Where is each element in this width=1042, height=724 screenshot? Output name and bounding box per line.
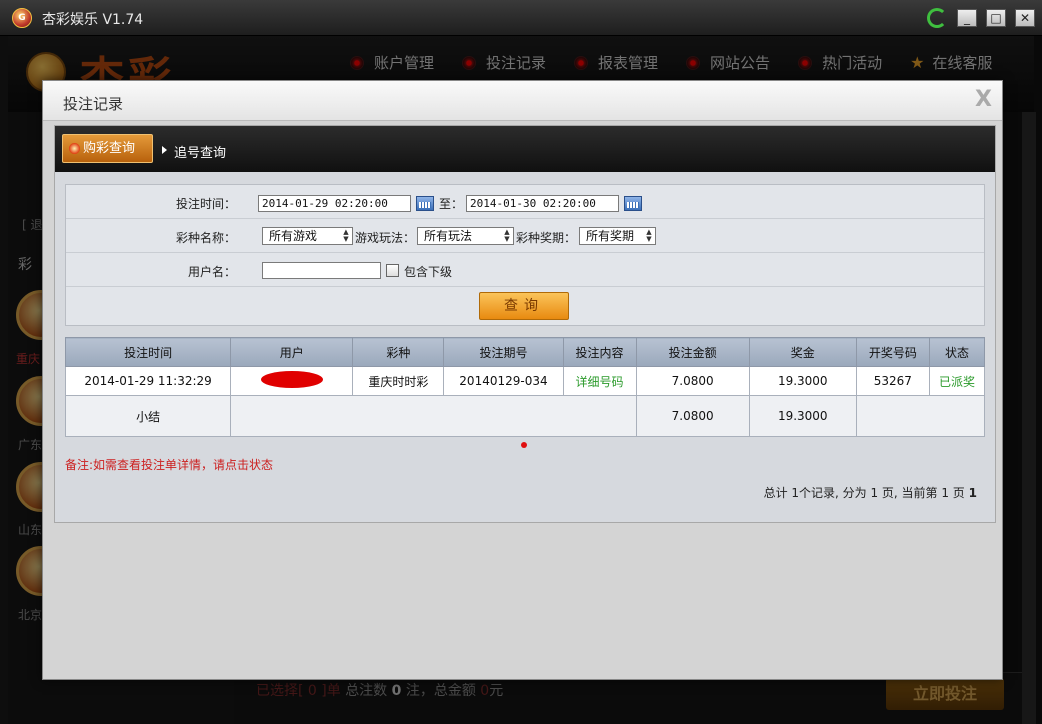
column-header: 投注金额 [635,337,750,367]
bet-time-label: 投注时间： [175,197,236,211]
username-label: 用户名： [187,265,236,279]
table-header-row: 投注时间 用户 彩种 投注期号 投注内容 投注金额 奖金 开奖号码 状态 [64,337,986,367]
refresh-icon[interactable] [927,8,947,28]
dialog-close-button[interactable]: X [975,87,992,112]
username-input[interactable] [262,262,381,279]
column-header: 用户 [230,337,354,367]
cell-user [230,366,354,396]
tab-label: 购彩查询 [83,141,136,156]
lottery-select[interactable]: 所有游戏 ▲ ▼ [262,227,353,245]
tab-bar: 购彩查询 追号查询 [55,126,995,172]
column-header: 彩种 [352,337,445,367]
spinner-arrows-icon: ▲ ▼ [504,228,510,243]
cell-amount: 7.0800 [635,366,750,396]
maximize-button[interactable]: □ [986,9,1006,27]
form-row-user: 用户名： 包含下级 [66,253,984,287]
form-row-filters: 彩种名称： 所有游戏 ▲ ▼ 游戏玩法： 所有玩法 ▲ ▼ 彩种奖期： 所有奖期 ▲… [66,219,984,253]
summary-amount: 7.0800 [635,395,750,437]
detail-numbers-link[interactable]: 详细号码 [562,366,637,396]
include-sub-checkbox[interactable] [386,264,399,277]
cell-period: 20140129-034 [443,366,564,396]
dialog-header: 投注记录 X [43,81,1002,121]
summary-row: 小结 7.0800 19.3000 [64,395,986,437]
query-form: 投注时间： 2014-01-29 02:20:00 至： 2014-01-30 … [65,184,985,326]
play-type-label: 游戏玩法： [355,231,416,245]
column-header: 投注时间 [64,337,232,367]
time-sep-label: 至： [439,197,464,211]
dialog-content: 购彩查询 追号查询 投注时间： 2014-01-29 02:20:00 至： 2… [54,125,996,523]
status-link[interactable]: 已派奖 [928,366,986,396]
column-header: 状态 [928,337,986,367]
lottery-ball-icon [69,143,80,154]
period-select-value: 所有奖期 [586,229,635,243]
page-link[interactable]: 1 [969,486,977,500]
table-row: 2014-01-29 11:32:29 重庆时时彩 20140129-034 详… [64,366,986,396]
app-title: 杏彩娱乐 V1.74 [42,12,144,28]
column-header: 开奖号码 [855,337,930,367]
summary-empty [855,395,986,437]
time-from-input[interactable]: 2014-01-29 02:20:00 [258,195,411,212]
time-to-input[interactable]: 2014-01-30 02:20:00 [466,195,619,212]
column-header: 投注期号 [443,337,564,367]
summary-prize: 19.3000 [748,395,857,437]
pagination: 总计 1个记录, 分为 1 页, 当前第 1 页 1 [755,484,977,501]
app-logo-icon: G [12,8,32,28]
dialog-title: 投注记录 [63,95,124,113]
period-label: 彩种奖期： [516,231,577,245]
summary-empty [230,395,637,437]
arrow-right-icon [162,146,167,154]
spinner-arrows-icon: ▲ ▼ [343,228,349,243]
summary-label: 小结 [64,395,232,437]
note-text: 备注:如需查看投注单详情，请点击状态 [65,458,274,472]
calendar-icon[interactable] [416,196,434,211]
play-type-select[interactable]: 所有玩法 ▲ ▼ [417,227,514,245]
cell-prize: 19.3000 [748,366,857,396]
cell-bet-time: 2014-01-29 11:32:29 [64,366,232,396]
spinner-arrows-icon: ▲ ▼ [646,228,652,243]
results-table: 投注时间 用户 彩种 投注期号 投注内容 投注金额 奖金 开奖号码 状态 201… [64,337,986,437]
column-header: 奖金 [748,337,857,367]
close-window-button[interactable]: ✕ [1015,9,1035,27]
app-titlebar [0,0,1042,36]
query-button[interactable]: 查询 [479,292,569,320]
loading-dot-icon [521,442,527,448]
form-row-time: 投注时间： 2014-01-29 02:20:00 至： 2014-01-30 … [66,185,984,219]
cell-lottery: 重庆时时彩 [352,366,445,396]
pagination-summary: 总计 1个记录, 分为 1 页, 当前第 1 页 [763,486,965,500]
lottery-select-value: 所有游戏 [269,229,318,243]
redacted-username [260,371,323,388]
period-select[interactable]: 所有奖期 ▲ ▼ [579,227,656,245]
include-sub-label: 包含下级 [404,265,453,279]
cell-draw-number: 53267 [855,366,930,396]
tab-chase-query[interactable]: 追号查询 [174,142,226,161]
column-header: 投注内容 [562,337,637,367]
play-type-select-value: 所有玩法 [424,229,473,243]
bet-records-dialog: 投注记录 X 购彩查询 追号查询 投注时间： 2014-01-29 02:20:… [42,80,1003,680]
minimize-button[interactable]: _ [957,9,977,27]
calendar-icon[interactable] [624,196,642,211]
lottery-name-label: 彩种名称： [175,231,236,245]
tab-purchase-query[interactable]: 购彩查询 [62,134,153,163]
